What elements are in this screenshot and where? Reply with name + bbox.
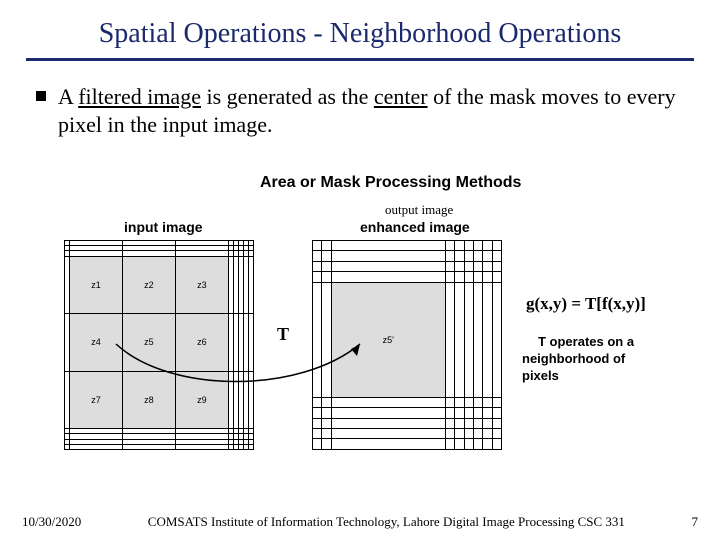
equation: g(x,y) = T[f(x,y)] [526, 294, 646, 314]
input-image-label: input image [124, 219, 203, 235]
footer-institution: COMSATS Institute of Information Technol… [81, 514, 691, 530]
bullet-u2: center [374, 84, 428, 109]
enhanced-image-label: enhanced image [360, 219, 470, 235]
footer-date: 10/30/2020 [22, 514, 81, 530]
slide-title: Spatial Operations - Neighborhood Operat… [0, 0, 720, 58]
output-image-label: output image [385, 202, 453, 218]
bullet-pre: A [58, 84, 78, 109]
cell-z2: z2 [122, 256, 175, 313]
caption-line2: neighborhood of pixels [522, 351, 660, 385]
bullet-mid: is generated as the [201, 84, 374, 109]
cell-z1: z1 [70, 256, 123, 313]
diagram: Area or Mask Processing Methods output i… [60, 174, 660, 474]
bullet-text: A filtered image is generated as the cen… [58, 83, 684, 138]
page-number: 7 [692, 514, 699, 530]
bullet-u1: filtered image [78, 84, 201, 109]
cell-z3: z3 [175, 256, 228, 313]
diagram-title: Area or Mask Processing Methods [260, 174, 521, 192]
bullet-icon [36, 91, 46, 101]
caption-line1: T operates on a [538, 334, 634, 351]
arrow-icon [110, 334, 370, 404]
body-text: A filtered image is generated as the cen… [0, 61, 720, 138]
footer: 10/30/2020 COMSATS Institute of Informat… [0, 514, 720, 530]
